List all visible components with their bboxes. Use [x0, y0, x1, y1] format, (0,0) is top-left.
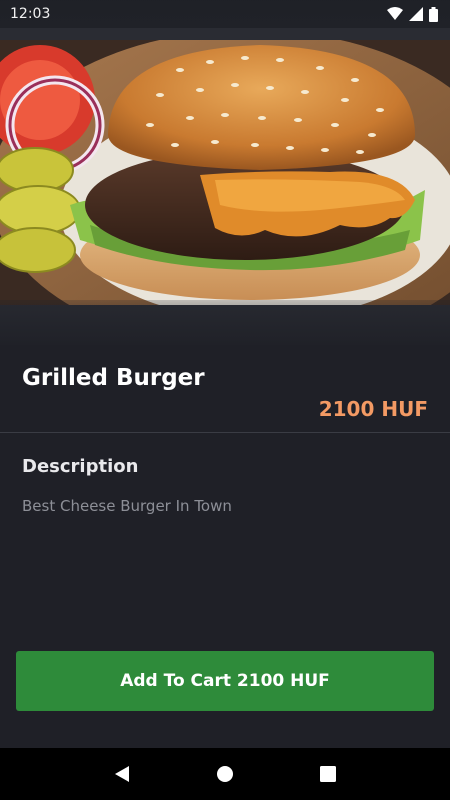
product-title: Grilled Burger: [22, 365, 205, 391]
home-button[interactable]: [205, 754, 245, 794]
image-fade: [0, 300, 450, 345]
burger-image: [0, 40, 450, 305]
recents-icon: [320, 766, 337, 782]
status-icons: [387, 6, 438, 22]
navigation-bar: [0, 748, 450, 800]
back-button[interactable]: [102, 754, 142, 794]
recents-button[interactable]: [308, 754, 348, 794]
divider: [0, 432, 450, 433]
back-icon: [114, 766, 129, 782]
product-image-container: [0, 0, 450, 345]
product-price: 2100 HUF: [318, 397, 428, 421]
battery-icon: [429, 6, 438, 22]
status-time: 12:03: [10, 6, 51, 22]
status-bar: 12:03: [0, 0, 450, 28]
home-icon: [216, 766, 233, 782]
wifi-icon: [387, 7, 403, 20]
signal-icon: [409, 7, 423, 21]
description-text: Best Cheese Burger In Town: [22, 497, 232, 515]
add-to-cart-button[interactable]: Add To Cart 2100 HUF: [16, 651, 434, 711]
description-heading: Description: [22, 456, 139, 477]
